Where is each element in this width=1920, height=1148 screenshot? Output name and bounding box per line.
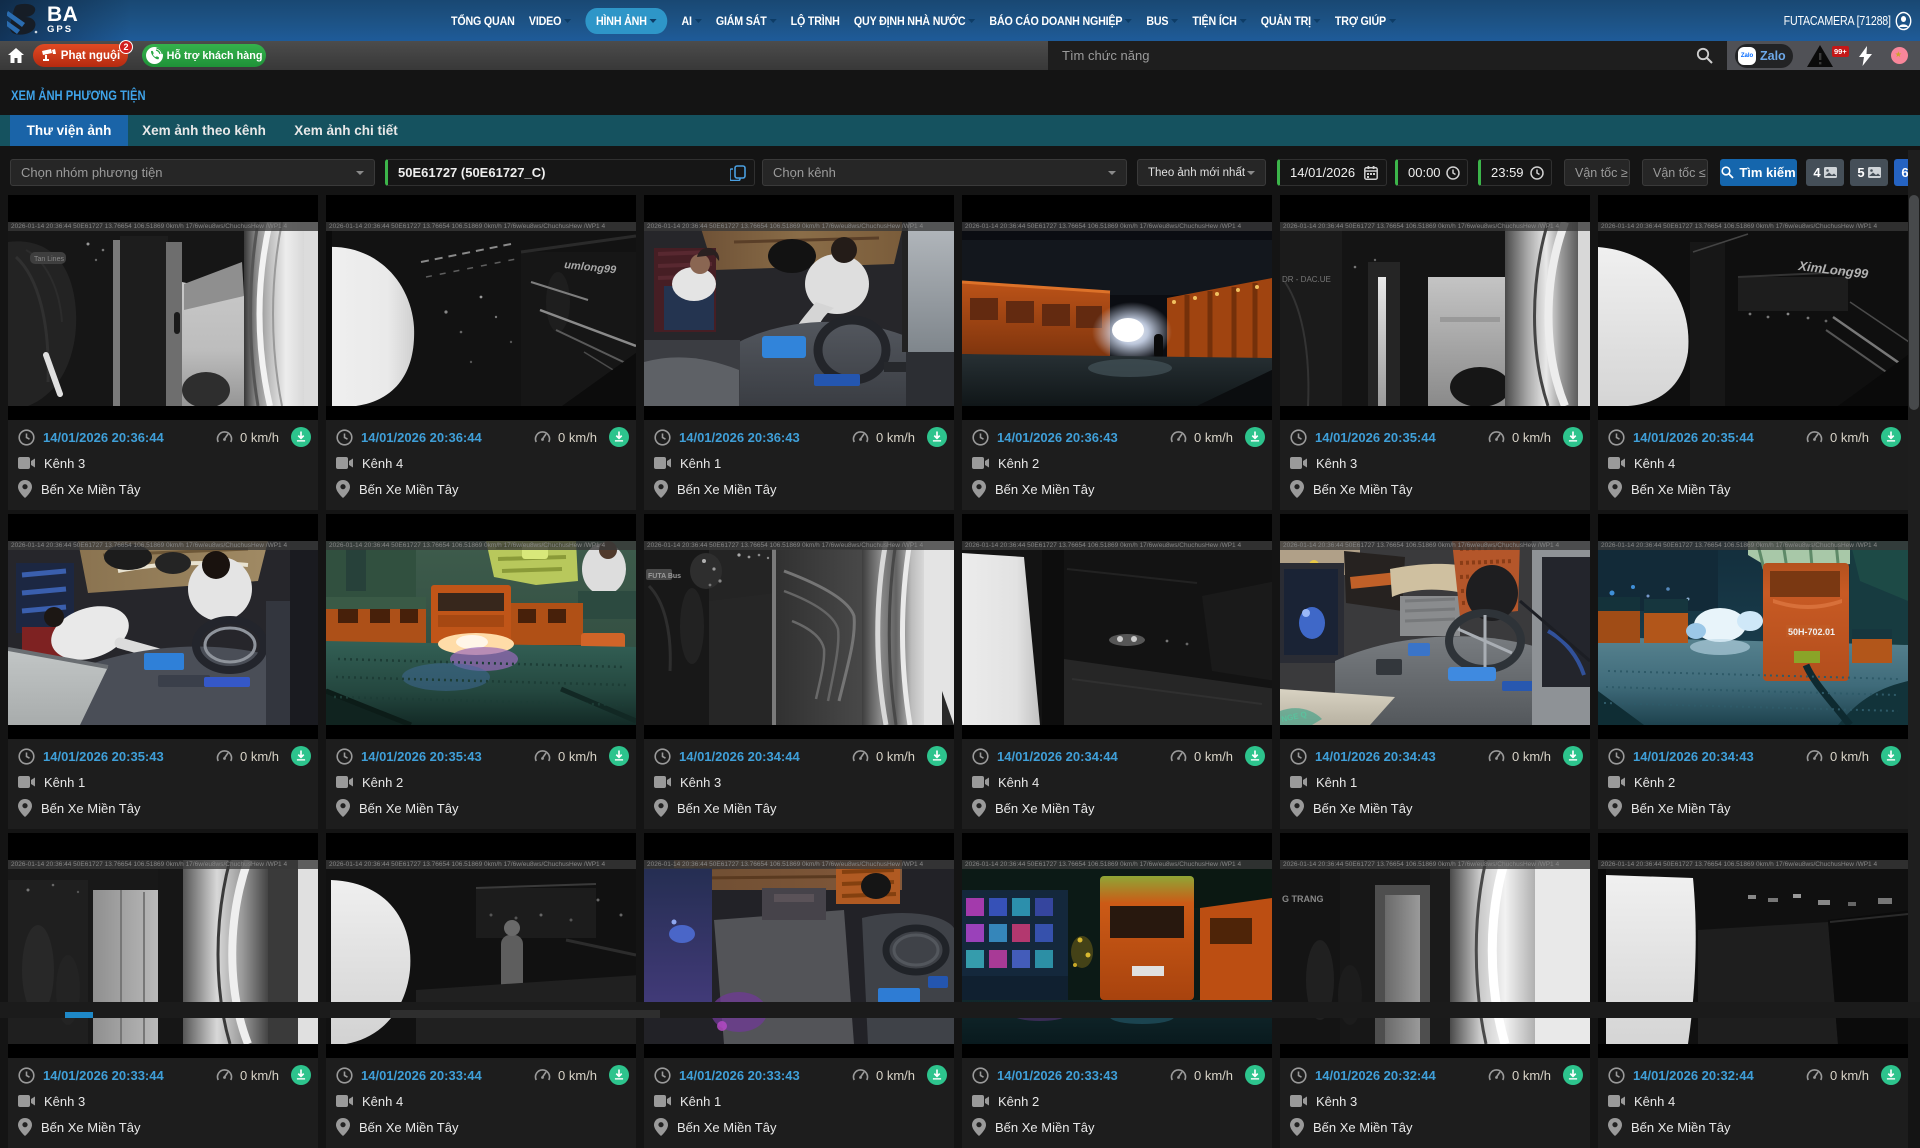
svg-text:DR - DAC.UE: DR - DAC.UE	[1282, 275, 1331, 284]
svg-text:Tan Lines: Tan Lines	[34, 256, 64, 263]
svg-text:FUTA Bus: FUTA Bus	[648, 573, 681, 580]
svg-text:50H-702.01: 50H-702.01	[1788, 627, 1835, 637]
svg-text:G TRANG: G TRANG	[1282, 894, 1324, 904]
